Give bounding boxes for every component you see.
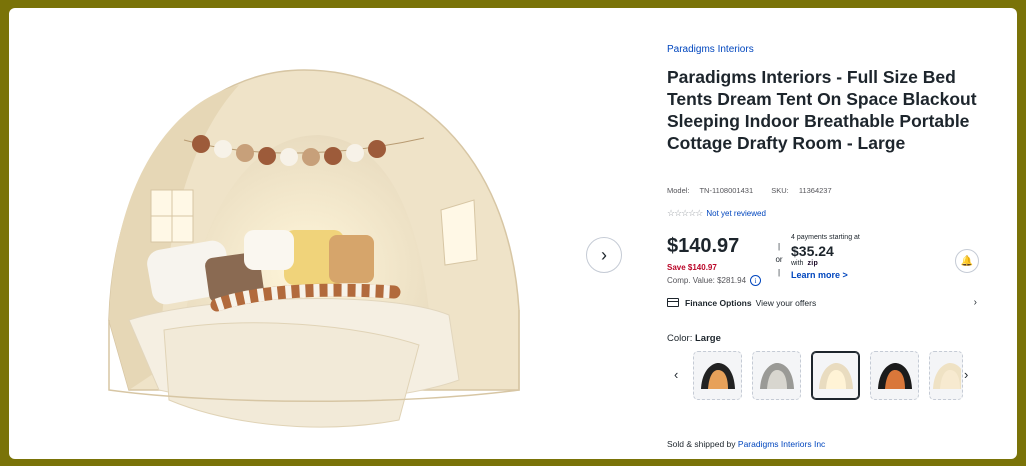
chevron-right-icon: › — [973, 297, 977, 308]
tent-thumbnail — [700, 362, 735, 389]
info-icon[interactable]: i — [750, 275, 762, 286]
color-label-text: Color: — [667, 333, 693, 344]
finance-label: Finance Options — [685, 297, 752, 308]
product-meta: Model: TN-1108001431 SKU: 11364237 — [667, 186, 848, 195]
sold-by-prefix: Sold & shipped by — [667, 439, 736, 449]
brand-link[interactable]: Paradigms Interiors — [667, 44, 754, 55]
comp-value: Comp. Value: $281.94 i — [667, 275, 762, 286]
swatch-gray[interactable] — [752, 351, 801, 400]
product-details: Paradigms Interiors Paradigms Interiors … — [667, 8, 987, 459]
star-rating-icon: ☆☆☆☆☆ — [667, 208, 703, 218]
price: $140.97 — [667, 235, 740, 257]
tent-thumbnail — [759, 362, 794, 389]
pay-with-text: with — [791, 260, 804, 267]
price-alert-button[interactable]: 🔔 — [955, 249, 979, 273]
product-title: Paradigms Interiors - Full Size Bed Tent… — [667, 67, 977, 153]
sku-value: 11364237 — [798, 186, 832, 195]
chevron-right-icon: › — [601, 244, 607, 265]
chevron-right-icon[interactable]: › — [964, 367, 968, 382]
credit-card-icon — [667, 298, 679, 307]
chevron-left-icon[interactable]: ‹ — [674, 367, 678, 382]
model-value: TN-1108001431 — [699, 186, 754, 195]
color-value: Large — [694, 333, 721, 344]
color-swatches: ‹ › — [667, 349, 985, 403]
finance-options-row[interactable]: Finance Options View your offers › — [667, 297, 977, 308]
rating-text[interactable]: Not yet reviewed — [706, 209, 766, 218]
learn-more-link[interactable]: Learn more > — [791, 270, 860, 280]
tent-thumbnail — [818, 362, 853, 389]
comp-value-text: Comp. Value: $281.94 — [667, 276, 747, 285]
tent-thumbnail — [933, 362, 961, 389]
swatch-cream[interactable] — [929, 351, 963, 400]
swatch-black-orange[interactable] — [870, 351, 919, 400]
tent-thumbnail — [877, 362, 912, 389]
swatch-beige[interactable] — [811, 351, 860, 400]
save-badge: Save $140.97 — [667, 263, 717, 272]
color-label: Color: Large — [667, 333, 721, 344]
pay-start-text: 4 payments starting at — [791, 234, 860, 241]
or-divider: | or | — [773, 240, 785, 279]
bell-icon: 🔔 — [960, 255, 974, 267]
pay-with: with zip — [791, 260, 860, 267]
seller-link[interactable]: Paradigms Interiors Inc — [738, 439, 825, 449]
finance-link[interactable]: View your offers — [756, 298, 817, 308]
sku-label: SKU: — [771, 186, 789, 195]
payment-plan: 4 payments starting at $35.24 with zip L… — [791, 234, 860, 280]
product-page: › Paradigms Interiors Paradigms Interior… — [9, 8, 1017, 459]
rating[interactable]: ☆☆☆☆☆ Not yet reviewed — [667, 208, 766, 219]
next-image-button[interactable]: › — [586, 237, 622, 273]
or-text: or — [775, 255, 783, 264]
pay-amount: $35.24 — [791, 243, 834, 259]
zip-logo-icon: zip — [807, 260, 819, 267]
product-image[interactable] — [89, 60, 549, 450]
swatch-black[interactable] — [693, 351, 742, 400]
model-label: Model: — [667, 186, 690, 195]
sold-by: Sold & shipped by Paradigms Interiors In… — [667, 439, 825, 449]
